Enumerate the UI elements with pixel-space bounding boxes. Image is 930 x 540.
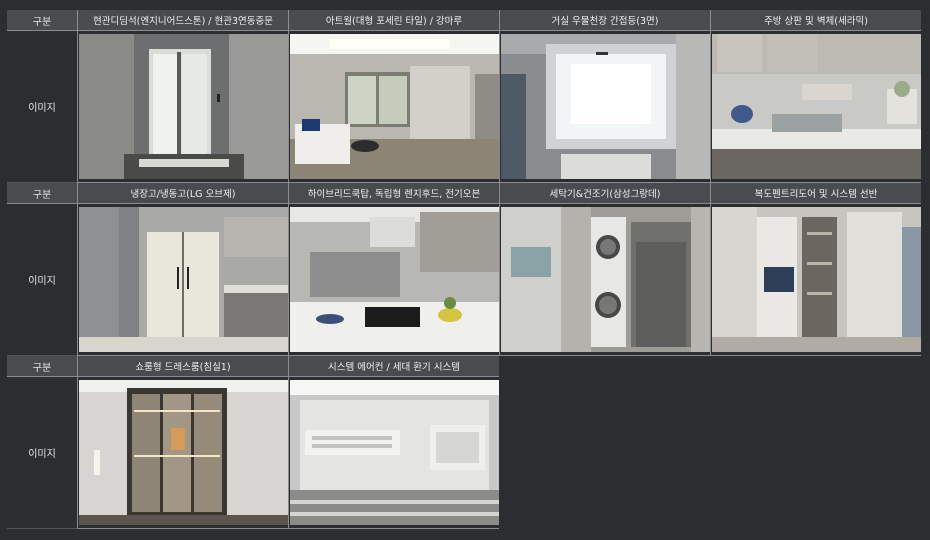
washer-photo-cell [499, 204, 710, 356]
aircon-photo [290, 380, 499, 525]
item-title-ceiling-light: 거실 우물천장 간접등(3면) [499, 10, 710, 31]
pantry-photo [712, 207, 921, 352]
entrance-photo-cell [77, 31, 288, 183]
entrance-photo [79, 34, 288, 179]
image-row-1: 이미지 [7, 31, 921, 183]
image-row-3: 이미지 [7, 377, 920, 529]
image-row-2: 이미지 [7, 204, 921, 356]
image-label: 이미지 [7, 31, 77, 183]
image-label: 이미지 [7, 204, 77, 356]
item-title-washer: 세탁기&건조기(삼성그랑데) [499, 183, 710, 204]
fridge-photo-cell [77, 204, 288, 356]
header-row-1: 구분 현관디딤석(엔지니어드스톤) / 현관3연동중문 아트월(대형 포세린 타… [7, 10, 921, 31]
item-title-artwall: 아트월(대형 포세린 타일) / 강마루 [288, 10, 499, 31]
artwall-photo [290, 34, 499, 179]
kitchen-top-photo-cell [710, 31, 921, 183]
cooktop-photo-cell [288, 204, 499, 356]
washer-photo [501, 207, 710, 352]
artwall-photo-cell [288, 31, 499, 183]
ceiling-light-photo-cell [499, 31, 710, 183]
pantry-photo-cell [710, 204, 921, 356]
spec-table: 구분 현관디딤석(엔지니어드스톤) / 현관3연동중문 아트월(대형 포세린 타… [7, 10, 921, 529]
category-label: 구분 [7, 183, 77, 204]
item-title-cooktop: 하이브리드쿡탑, 독립형 렌지후드, 전기오븐 [288, 183, 499, 204]
header-row-2: 구분 냉장고/냉동고(LG 오브제) 하이브리드쿡탑, 독립형 렌지후드, 전기… [7, 183, 921, 204]
item-title-dressroom: 쇼룸형 드레스룸(침실1) [77, 356, 288, 377]
cooktop-photo [290, 207, 499, 352]
category-label: 구분 [7, 10, 77, 31]
fridge-photo [79, 207, 288, 352]
ceiling-light-photo [501, 34, 710, 179]
item-title-entrance: 현관디딤석(엔지니어드스톤) / 현관3연동중문 [77, 10, 288, 31]
kitchen-top-photo [712, 34, 921, 179]
dressroom-photo-cell [77, 377, 288, 529]
item-title-fridge: 냉장고/냉동고(LG 오브제) [77, 183, 288, 204]
header-row-3: 구분 쇼룸형 드레스룸(침실1) 시스템 에어컨 / 세대 환기 시스템 [7, 356, 920, 377]
dressroom-photo [79, 380, 288, 525]
item-title-aircon: 시스템 에어컨 / 세대 환기 시스템 [288, 356, 499, 377]
category-label: 구분 [7, 356, 77, 377]
aircon-photo-cell [288, 377, 499, 529]
item-title-pantry: 복도펜트리도어 및 시스템 선반 [710, 183, 921, 204]
item-title-kitchen-top: 주방 상판 및 벽체(세라믹) [710, 10, 921, 31]
image-label: 이미지 [7, 377, 77, 529]
